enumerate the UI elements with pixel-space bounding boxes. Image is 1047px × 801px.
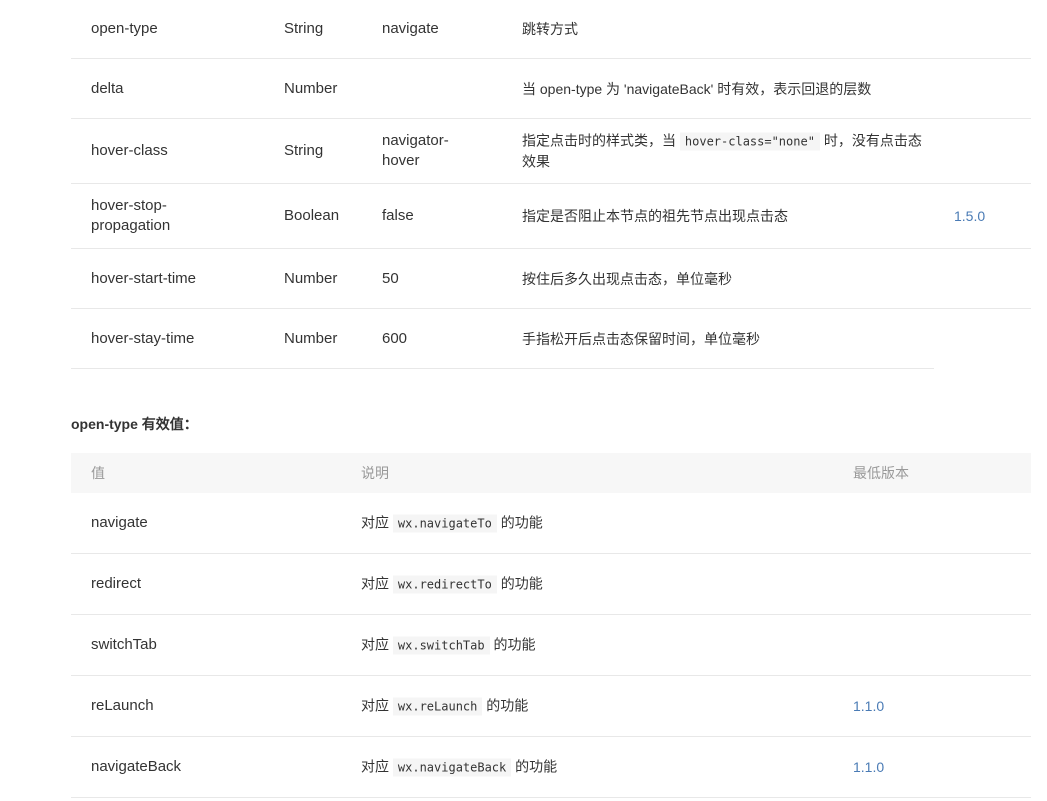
open-type-desc: 对应 wx.reLaunch 的功能	[361, 696, 831, 717]
navigator-attribute-table: open-type String navigate 跳转方式 delta Num…	[71, 0, 1031, 369]
desc-text: 的功能	[489, 636, 536, 653]
desc-text: 对应	[361, 575, 393, 592]
open-type-version: 1.1.0	[853, 759, 885, 775]
desc-text: 的功能	[496, 514, 543, 531]
attr-desc: 跳转方式	[522, 21, 578, 37]
attr-type: String	[284, 142, 324, 159]
doc-page: open-type String navigate 跳转方式 delta Num…	[0, 0, 1047, 801]
attr-name: open-type	[91, 20, 158, 37]
attr-name: hover-stop-propagation	[91, 197, 171, 234]
table-row: delta Number 当 open-type 为 'navigateBack…	[71, 59, 1031, 119]
header-version: 最低版本	[853, 465, 909, 481]
section-heading: open-type 有效值：	[71, 416, 198, 432]
attr-default: false	[382, 207, 414, 224]
desc-text: 的功能	[482, 697, 529, 714]
table-row: navigate 对应 wx.navigateTo 的功能	[71, 493, 1031, 554]
attr-default: navigate	[382, 20, 439, 37]
header-desc: 说明	[361, 465, 389, 481]
attr-version: 1.5.0	[954, 208, 986, 224]
open-type-desc: 对应 wx.redirectTo 的功能	[361, 574, 831, 595]
open-type-desc: 对应 wx.switchTab 的功能	[361, 635, 831, 656]
open-type-value: redirect	[91, 575, 142, 592]
attr-desc: 手指松开后点击态保留时间，单位毫秒	[522, 331, 760, 347]
table-row: hover-stay-time Number 600 手指松开后点击态保留时间，…	[71, 309, 1031, 369]
desc-text: 对应	[361, 636, 393, 653]
attr-name: hover-start-time	[91, 269, 197, 287]
table-row: redirect 对应 wx.redirectTo 的功能	[71, 554, 1031, 615]
desc-text: 对应	[361, 697, 393, 714]
attr-type: String	[284, 20, 324, 37]
header-value: 值	[91, 465, 105, 481]
table-row: navigateBack 对应 wx.navigateBack 的功能 1.1.…	[71, 737, 1031, 798]
attr-name: delta	[91, 79, 124, 97]
attr-default: navigator-hover	[382, 132, 449, 169]
table-row: switchTab 对应 wx.switchTab 的功能	[71, 615, 1031, 676]
api-code: wx.redirectTo	[392, 575, 497, 594]
attr-desc: 指定点击时的样式类，当 hover-class="none" 时，没有点击态效果	[522, 131, 927, 172]
api-code: wx.navigateTo	[392, 514, 497, 533]
open-type-value: reLaunch	[91, 697, 154, 714]
attr-type: Number	[284, 269, 338, 287]
attr-desc: 按住后多久出现点击态，单位毫秒	[522, 270, 732, 287]
table-row: hover-start-time Number 50 按住后多久出现点击态，单位…	[71, 249, 1031, 309]
table-row: open-type String navigate 跳转方式	[71, 0, 1031, 59]
inline-code: hover-class="none"	[679, 132, 820, 151]
open-type-value: navigateBack	[91, 758, 182, 775]
attr-type: Number	[284, 330, 338, 347]
table-row: hover-class String navigator-hover 指定点击时…	[71, 119, 1031, 184]
desc-text: 的功能	[496, 575, 543, 592]
attr-type: Number	[284, 79, 338, 97]
attr-desc: 当 open-type 为 'navigateBack' 时有效，表示回退的层数	[522, 80, 872, 97]
api-code: wx.switchTab	[392, 636, 490, 655]
open-type-desc: 对应 wx.navigateBack 的功能	[361, 757, 831, 778]
table-row: reLaunch 对应 wx.reLaunch 的功能 1.1.0	[71, 676, 1031, 737]
table-header: 值 说明 最低版本	[71, 453, 1031, 493]
open-type-desc: 对应 wx.navigateTo 的功能	[361, 513, 831, 534]
api-code: wx.navigateBack	[392, 758, 512, 777]
desc-text: 对应	[361, 758, 393, 775]
attr-default: 50	[382, 269, 399, 287]
table-row: hover-stop-propagation Boolean false 指定是…	[71, 184, 1031, 249]
desc-text: 的功能	[511, 758, 558, 775]
attr-type: Boolean	[284, 207, 340, 224]
attr-desc: 指定是否阻止本节点的祖先节点出现点击态	[522, 208, 788, 224]
desc-text: 对应	[361, 514, 393, 531]
open-type-value: navigate	[91, 514, 148, 531]
desc-text: 指定点击时的样式类，当	[522, 132, 680, 149]
open-type-values-table: 值 说明 最低版本 navigate 对应 wx.navigateTo 的功能 …	[71, 453, 1031, 798]
attr-default: 600	[382, 330, 408, 347]
attr-name: hover-class	[91, 142, 168, 159]
attr-name: hover-stay-time	[91, 330, 195, 347]
open-type-version: 1.1.0	[853, 698, 885, 714]
api-code: wx.reLaunch	[392, 697, 483, 716]
open-type-value: switchTab	[91, 636, 157, 653]
